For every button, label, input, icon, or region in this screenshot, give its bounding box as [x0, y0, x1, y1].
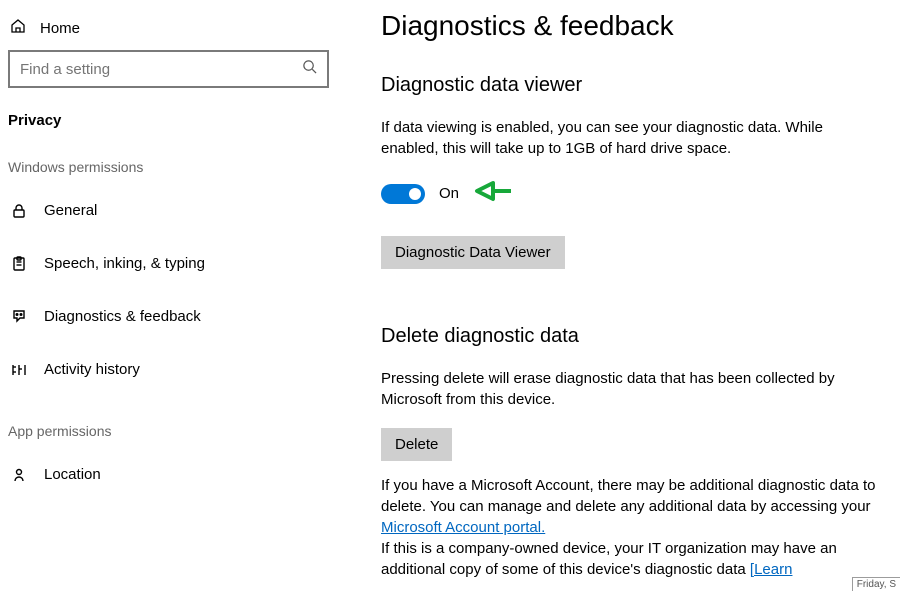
sidebar-item-label: Diagnostics & feedback	[44, 308, 201, 325]
delete-desc: Pressing delete will erase diagnostic da…	[381, 368, 878, 410]
sidebar-item-general[interactable]: General	[8, 191, 329, 230]
home-label: Home	[40, 20, 80, 37]
info-text: If you have a Microsoft Account, there m…	[381, 477, 875, 515]
sidebar-item-label: Speech, inking, & typing	[44, 255, 205, 272]
ms-account-portal-link[interactable]: Microsoft Account portal.	[381, 519, 545, 536]
sidebar-item-activity[interactable]: Activity history	[8, 350, 329, 389]
delete-button[interactable]: Delete	[381, 428, 452, 461]
sidebar-group-app-permissions: App permissions	[8, 423, 329, 455]
clipboard-icon	[10, 256, 28, 272]
sidebar-group-windows-permissions: Windows permissions	[8, 159, 329, 191]
sidebar-category: Privacy	[8, 112, 329, 159]
search-box[interactable]	[8, 50, 329, 88]
sidebar-item-label: Location	[44, 466, 101, 483]
arrow-annotation-icon	[473, 177, 513, 210]
diagnostic-viewer-desc: If data viewing is enabled, you can see …	[381, 117, 878, 159]
home-icon	[10, 18, 26, 38]
toggle-label: On	[439, 185, 459, 202]
diagnostic-viewer-toggle[interactable]	[381, 184, 425, 204]
sidebar-item-speech[interactable]: Speech, inking, & typing	[8, 244, 329, 283]
ms-account-info: If you have a Microsoft Account, there m…	[381, 475, 878, 580]
footer-timestamp: Friday, S	[852, 577, 900, 591]
activity-icon	[10, 362, 28, 378]
page-title: Diagnostics & feedback	[381, 10, 878, 42]
diagnostic-data-viewer-button[interactable]: Diagnostic Data Viewer	[381, 236, 565, 269]
home-link[interactable]: Home	[8, 14, 329, 50]
sidebar-item-location[interactable]: Location	[8, 455, 329, 494]
search-input[interactable]	[20, 61, 302, 78]
learn-more-link[interactable]: [Learn	[750, 561, 793, 578]
location-icon	[10, 467, 28, 483]
feedback-icon	[10, 309, 28, 325]
section-diagnostic-viewer-title: Diagnostic data viewer	[381, 74, 878, 97]
section-delete-title: Delete diagnostic data	[381, 325, 878, 348]
sidebar-item-diagnostics[interactable]: Diagnostics & feedback	[8, 297, 329, 336]
search-icon[interactable]	[302, 59, 317, 79]
sidebar-item-label: Activity history	[44, 361, 140, 378]
lock-icon	[10, 203, 28, 219]
sidebar-item-label: General	[44, 202, 97, 219]
toggle-knob	[409, 188, 421, 200]
